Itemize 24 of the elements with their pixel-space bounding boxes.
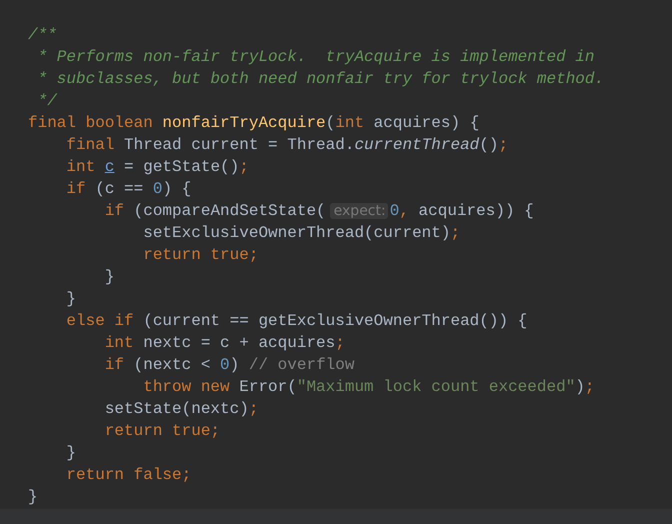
code-text: if (compareAndSetState(	[104, 202, 326, 220]
code-line: }	[65, 443, 76, 464]
code-line: * subclasses, but both need nonfair try for trylock method.	[36, 69, 604, 90]
code-line: if (c == 0) {	[65, 179, 192, 200]
code-line: /**	[28, 25, 57, 46]
code-line: return false;	[65, 465, 192, 486]
code-line: }	[104, 267, 114, 288]
parameter-hint: expect:	[330, 203, 388, 219]
code-line: return true;	[142, 245, 258, 266]
code-line: int nextc = c + acquires;	[104, 333, 345, 354]
code-line: }	[28, 487, 38, 508]
code-line: throw new Error("Maximum lock count exceeded");	[142, 377, 595, 398]
code-line: * Performs non-fair tryLock. tryAcquire is implemented in	[36, 47, 594, 68]
code-line: int c = getState();	[65, 157, 249, 178]
code-line: setExclusiveOwnerThread(current);	[142, 223, 460, 244]
code-line: setState(nextc);	[104, 399, 258, 420]
code-line: if (nextc < 0) // overflow	[104, 355, 354, 376]
code-line: else if (current == getExclusiveOwnerThread()) {	[65, 311, 528, 332]
code-line: final boolean nonfairTryAcquire(int acquires) {	[28, 113, 480, 134]
code-line: final Thread current = Thread.currentThread();	[65, 135, 508, 156]
code-line: */	[36, 91, 57, 112]
code-line: }	[65, 289, 76, 310]
code-text: 0, acquires)) {	[390, 202, 534, 220]
code-line: return true;	[104, 421, 220, 442]
